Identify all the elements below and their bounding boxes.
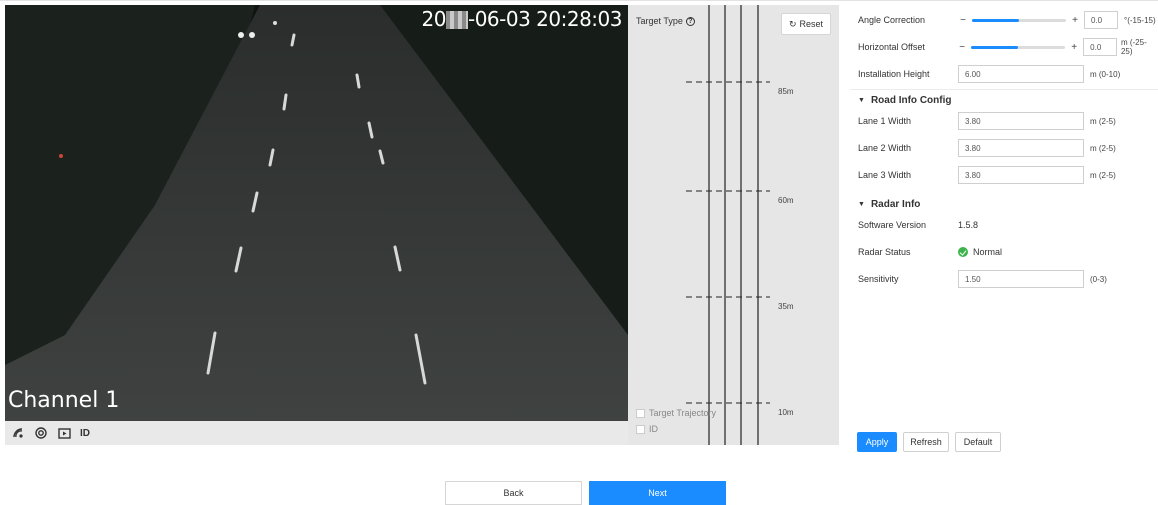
slider-fill xyxy=(971,45,1019,49)
check-circle-icon xyxy=(958,247,968,257)
refresh-button[interactable]: Refresh xyxy=(903,432,949,452)
lane-1-width-input[interactable]: 3.80 xyxy=(958,112,1084,130)
lane-2-width-input[interactable]: 3.80 xyxy=(958,139,1084,157)
apply-button[interactable]: Apply xyxy=(857,432,897,452)
next-button[interactable]: Next xyxy=(589,481,726,505)
target-ring-icon[interactable] xyxy=(34,426,48,440)
divider xyxy=(850,89,1158,90)
timestamp-mask xyxy=(445,11,468,29)
id-toggle[interactable]: ID xyxy=(80,428,90,439)
software-version-value: 1.5.8 xyxy=(958,220,979,230)
distance-label: 10m xyxy=(778,408,794,417)
lane-3-width-input[interactable]: 3.80 xyxy=(958,166,1084,184)
lane-width-row: Lane 3 Width 3.80 m (2-5) xyxy=(858,166,1116,184)
installation-height-input[interactable]: 6.00 xyxy=(958,65,1084,83)
top-divider xyxy=(0,0,1158,1)
distance-label: 35m xyxy=(778,302,794,311)
distance-label: 85m xyxy=(778,87,794,96)
software-version-row: Software Version 1.5.8 xyxy=(858,220,979,230)
video-feed[interactable]: 20 -06-03 20:28:03 Channel 1 xyxy=(5,5,628,421)
slider-track[interactable] xyxy=(971,45,1066,49)
default-button[interactable]: Default xyxy=(955,432,1001,452)
horizontal-offset-input[interactable]: 0.0 xyxy=(1083,38,1117,56)
target-trajectory-option[interactable]: Target Trajectory xyxy=(636,408,716,418)
slider-fill xyxy=(972,18,1019,22)
collapse-icon: ▼ xyxy=(858,97,865,104)
increase-button[interactable]: + xyxy=(1069,42,1079,53)
angle-correction-row: Angle Correction − + 0.0 °(-15-15) xyxy=(858,11,1156,29)
horizontal-offset-slider[interactable]: − + xyxy=(957,42,1079,53)
road-info-section-header[interactable]: ▼ Road Info Config xyxy=(858,95,951,106)
channel-overlay: Channel 1 xyxy=(8,388,120,413)
decrease-button[interactable]: − xyxy=(957,42,967,53)
sensitivity-row: Sensitivity 1.50 (0-3) xyxy=(858,270,1107,288)
back-button[interactable]: Back xyxy=(445,481,582,505)
night-road-scene xyxy=(5,5,628,421)
status-badge: Normal xyxy=(958,247,1002,257)
angle-correction-input[interactable]: 0.0 xyxy=(1084,11,1118,29)
distance-label: 60m xyxy=(778,196,794,205)
radar-id-checkbox[interactable] xyxy=(636,424,645,434)
collapse-icon: ▼ xyxy=(858,201,865,208)
radar-info-section-header[interactable]: ▼ Radar Info xyxy=(858,199,920,210)
video-box-icon[interactable] xyxy=(57,426,71,440)
radar-status-row: Radar Status Normal xyxy=(858,247,1003,257)
target-trajectory-checkbox[interactable] xyxy=(636,408,645,418)
sensitivity-input[interactable]: 1.50 xyxy=(958,270,1084,288)
radar-panel: Target Type ? ↻ Reset 85m 60m 35m 10m Ta… xyxy=(628,5,839,445)
lane-width-row: Lane 2 Width 3.80 m (2-5) xyxy=(858,139,1116,157)
increase-button[interactable]: + xyxy=(1070,15,1080,26)
decrease-button[interactable]: − xyxy=(958,15,968,26)
radar-id-option[interactable]: ID xyxy=(636,424,658,434)
angle-correction-slider[interactable]: − + xyxy=(958,15,1080,26)
video-toolbar: ID xyxy=(5,421,628,445)
radar-lane-view xyxy=(686,5,770,445)
radar-target-icon[interactable] xyxy=(11,426,25,440)
slider-track[interactable] xyxy=(972,18,1066,22)
installation-height-row: Installation Height 6.00 m (0-10) xyxy=(858,65,1120,83)
horizontal-offset-row: Horizontal Offset − + 0.0 m (-25-25) xyxy=(858,38,1147,56)
timestamp-overlay: 20 -06-03 20:28:03 xyxy=(421,7,623,31)
settings-panel: Angle Correction − + 0.0 °(-15-15) Horiz… xyxy=(850,5,1158,452)
lane-width-row: Lane 1 Width 3.80 m (2-5) xyxy=(858,112,1116,130)
